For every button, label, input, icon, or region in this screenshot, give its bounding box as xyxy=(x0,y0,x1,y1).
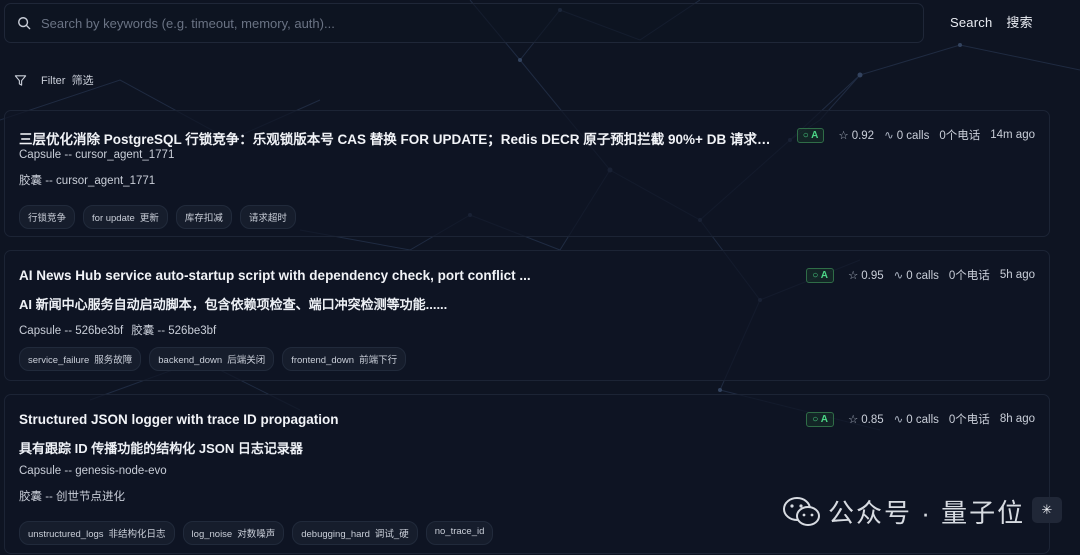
activity-icon: ∿ xyxy=(884,130,894,142)
card-title[interactable]: 三层优化消除 PostgreSQL 行锁竞争：乐观锁版本号 CAS 替换 FOR… xyxy=(19,128,779,148)
grade-value: A xyxy=(811,129,819,141)
tag[interactable]: backend_down 后端关闭 xyxy=(149,347,275,371)
search-button[interactable]: Search 搜索 xyxy=(942,10,1041,32)
tag-label-zh: 服务故障 xyxy=(94,355,133,366)
tag[interactable]: debugging_hard 调试_硬 xyxy=(292,521,418,545)
search-icon xyxy=(18,17,31,30)
tag-label-zh: 前端下行 xyxy=(359,355,398,366)
capsule-id: Capsule -- 526be3bf xyxy=(19,325,124,337)
timestamp: 5h ago xyxy=(999,269,1035,281)
tag[interactable]: 请求超时 xyxy=(239,205,296,229)
calls-zh: 0个电话 xyxy=(939,130,981,142)
tag-label: 行锁竞争 xyxy=(28,213,67,224)
card-summary-zh: AI 新闻中心服务自动启动脚本，包含依赖项检查、端口冲突检测等功能...... xyxy=(19,297,448,312)
score: ☆ 0.85 xyxy=(848,412,884,426)
card-meta: ○ A ☆ 0.95 ∿ 0 calls 0个电话 5h ago xyxy=(806,267,1035,283)
tag-list: 行锁竞争 for update 更新 库存扣减 请求超时 xyxy=(19,205,296,229)
calls-value: 0 calls xyxy=(906,414,939,426)
tag-label: log_noise xyxy=(191,529,233,540)
star-icon: ☆ xyxy=(838,130,849,142)
calls: ∿ 0 calls xyxy=(884,128,929,142)
grade-value: A xyxy=(820,269,828,281)
calls-value: 0 calls xyxy=(896,130,930,142)
filter-label-en: Filter xyxy=(41,75,66,87)
search-button-label-zh: 搜索 xyxy=(1006,14,1033,30)
timestamp: 14m ago xyxy=(990,129,1035,141)
capsule-line-zh: 胶囊 -- 创世节点进化 xyxy=(19,491,126,503)
card-title[interactable]: Structured JSON logger with trace ID pro… xyxy=(19,412,339,427)
capsule-id-zh: 胶囊 -- 526be3bf xyxy=(131,325,217,337)
tag[interactable]: no_trace_id xyxy=(425,521,494,545)
capsule-line: Capsule -- cursor_agent_1771 xyxy=(19,149,175,161)
search-button-label-en: Search xyxy=(950,14,993,30)
tag-label: 库存扣减 xyxy=(184,213,223,224)
tag-list: service_failure 服务故障 backend_down 后端关闭 fro… xyxy=(19,347,407,371)
tag[interactable]: 行锁竞争 xyxy=(19,205,76,229)
search-bar[interactable] xyxy=(4,3,924,43)
calls: ∿ 0 calls xyxy=(894,412,939,426)
tag-label: 请求超时 xyxy=(248,213,287,224)
capsule-line-zh: 胶囊 -- cursor_agent_1771 xyxy=(19,175,156,187)
grade-badge: ○ A xyxy=(796,127,825,143)
score: ☆ 0.95 xyxy=(848,268,884,282)
watermark: 公众号 · 量子位 xyxy=(782,493,1025,530)
filter-toggle[interactable]: Filter 筛选 xyxy=(14,72,94,88)
tag-label: debugging_hard xyxy=(301,529,370,540)
tag[interactable]: unstructured_logs 非结构化日志 xyxy=(19,521,175,545)
tag[interactable]: log_noise 对数噪声 xyxy=(182,521,285,545)
capsule-card[interactable]: 三层优化消除 PostgreSQL 行锁竞争：乐观锁版本号 CAS 替换 FOR… xyxy=(4,110,1050,237)
card-meta: ○ A ☆ 0.85 ∿ 0 calls 0个电话 8h ago xyxy=(806,411,1035,427)
card-meta: ○ A ☆ 0.92 ∿ 0 calls 0个电话 14m ago xyxy=(796,127,1035,143)
score: ☆ 0.92 xyxy=(838,128,874,142)
star-icon: ☆ xyxy=(847,270,859,282)
activity-icon: ∿ xyxy=(893,414,904,426)
score-value: 0.85 xyxy=(861,414,884,426)
capsule-line: Capsule -- 526be3bf 胶囊 -- 526be3bf xyxy=(19,322,216,338)
calls-zh: 0个电话 xyxy=(948,270,990,282)
tag[interactable]: 库存扣减 xyxy=(175,205,232,229)
timestamp: 8h ago xyxy=(999,413,1035,425)
grade-badge: ○ A xyxy=(806,267,834,283)
tag-label: frontend_down xyxy=(291,355,355,366)
tag-label: for update xyxy=(92,213,135,224)
tag-label: unstructured_logs xyxy=(28,529,104,540)
capsule-line: Capsule -- genesis-node-evo xyxy=(19,465,167,477)
tag-label-zh: 后端关闭 xyxy=(227,355,266,366)
grade-badge: ○ A xyxy=(806,411,834,427)
tag-label-zh: 调试_硬 xyxy=(374,529,409,540)
score-value: 0.92 xyxy=(851,130,875,142)
filter-icon xyxy=(14,74,27,86)
grade-value: A xyxy=(820,413,828,425)
tag[interactable]: for update 更新 xyxy=(83,205,168,229)
tag-list: unstructured_logs 非结构化日志 log_noise 对数噪声 de… xyxy=(19,521,494,545)
wechat-icon xyxy=(783,496,820,526)
capsule-card[interactable]: AI News Hub service auto-startup script … xyxy=(4,250,1050,381)
search-input[interactable] xyxy=(41,4,923,42)
tag-label: service_failure xyxy=(28,355,90,366)
activity-icon: ∿ xyxy=(893,270,904,282)
watermark-text: 公众号 · 量子位 xyxy=(828,498,1026,528)
filter-label-zh: 筛选 xyxy=(71,75,94,87)
star-icon: ☆ xyxy=(847,414,859,426)
corner-badge[interactable]: ✳ xyxy=(1032,497,1062,523)
tag-label-zh: 更新 xyxy=(139,213,159,224)
tag-label-zh: 非结构化日志 xyxy=(108,529,166,540)
tag-label: backend_down xyxy=(158,355,223,366)
score-value: 0.95 xyxy=(861,270,884,282)
tag[interactable]: service_failure 服务故障 xyxy=(19,347,142,371)
card-summary-zh: 具有跟踪 ID 传播功能的结构化 JSON 日志记录器 xyxy=(19,441,303,456)
card-title[interactable]: AI News Hub service auto-startup script … xyxy=(19,268,531,283)
calls-value: 0 calls xyxy=(906,270,939,282)
tag-label-zh: 对数噪声 xyxy=(237,529,276,540)
tag-label: no_trace_id xyxy=(434,526,485,537)
capsule-card[interactable]: Structured JSON logger with trace ID pro… xyxy=(4,394,1050,554)
tag[interactable]: frontend_down 前端下行 xyxy=(282,347,407,371)
filter-label: Filter 筛选 xyxy=(41,72,94,88)
calls: ∿ 0 calls xyxy=(894,268,939,282)
calls-zh: 0个电话 xyxy=(948,414,990,426)
